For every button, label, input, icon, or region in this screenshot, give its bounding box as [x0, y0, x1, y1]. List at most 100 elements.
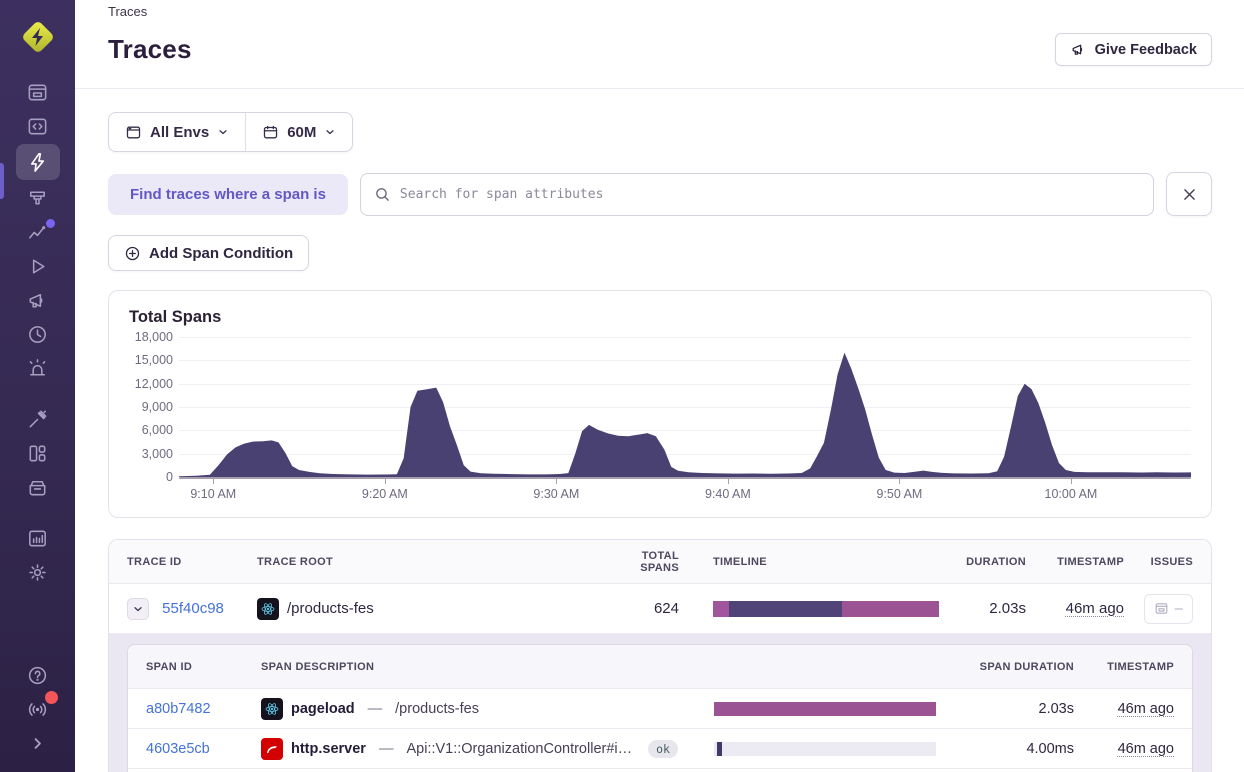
time-range-label: 60M — [287, 124, 316, 141]
col-span-description: SPAN DESCRIPTION — [261, 661, 714, 673]
breadcrumb[interactable]: Traces — [108, 4, 1212, 19]
span-search-box[interactable] — [360, 173, 1154, 216]
hammer-icon — [26, 408, 49, 431]
trace-timestamp: 46m ago — [1066, 600, 1124, 617]
span-status-badge: ok — [648, 740, 678, 758]
dashboards-icon — [26, 442, 49, 465]
page-title: Traces — [108, 34, 192, 65]
siren-icon — [26, 357, 49, 380]
sidebar-item-releases[interactable] — [16, 317, 60, 351]
environment-filter-dropdown[interactable]: All Envs — [109, 113, 245, 151]
span-timeline-bar[interactable] — [714, 702, 936, 716]
span-duration: 4.00ms — [936, 741, 1074, 757]
sidebar-item-stats[interactable] — [16, 521, 60, 555]
code-folder-icon — [26, 115, 49, 138]
spans-table-header: SPAN ID SPAN DESCRIPTION SPAN DURATION T… — [128, 645, 1192, 689]
give-feedback-button[interactable]: Give Feedback — [1055, 33, 1212, 66]
col-issues: ISSUES — [1124, 556, 1193, 568]
col-trace-id: TRACE ID — [127, 556, 257, 568]
stats-icon — [26, 527, 49, 550]
chart-title: Total Spans — [129, 308, 1191, 327]
issues-icon — [26, 81, 49, 104]
window-icon — [125, 124, 142, 141]
react-project-icon — [261, 698, 283, 720]
active-nav-indicator — [0, 163, 4, 199]
issues-count: – — [1175, 600, 1183, 617]
col-timeline: TIMELINE — [713, 556, 939, 568]
time-range-dropdown[interactable]: 60M — [246, 113, 352, 151]
find-traces-label: Find traces where a span is — [108, 174, 348, 215]
total-spans-chart-panel: Total Spans 03,0006,0009,00012,00015,000… — [108, 290, 1212, 518]
issues-icon — [1154, 601, 1169, 616]
react-project-icon — [257, 598, 279, 620]
trace-root-name: /products-fes — [287, 600, 374, 617]
collapse-trace-button[interactable] — [127, 598, 149, 620]
span-op: pageload — [291, 701, 355, 717]
rails-project-icon — [261, 738, 283, 760]
trace-duration: 2.03s — [939, 600, 1026, 617]
span-row[interactable]: a80b7482 pageload — /products-fes 2.03s — [128, 689, 1192, 729]
separator: — — [379, 741, 394, 757]
add-span-condition-label: Add Span Condition — [149, 245, 293, 262]
sidebar-item-issues[interactable] — [16, 75, 60, 109]
span-timestamp: 46m ago — [1118, 741, 1174, 757]
clear-search-button[interactable] — [1166, 172, 1212, 216]
profiling-icon — [26, 187, 49, 210]
search-icon — [374, 186, 391, 203]
traces-table: TRACE ID TRACE ROOT TOTAL SPANS TIMELINE… — [108, 539, 1212, 772]
gear-icon — [26, 561, 49, 584]
sidebar-item-whats-new[interactable] — [16, 692, 60, 726]
span-id-link[interactable]: a80b7482 — [146, 701, 211, 717]
chart-x-axis: 9:10 AM9:20 AM9:30 AM9:40 AM9:50 AM10:00… — [179, 479, 1191, 505]
circled-plus-icon — [124, 245, 141, 262]
sidebar-item-projects[interactable] — [16, 109, 60, 143]
span-timestamp: 46m ago — [1118, 701, 1174, 717]
close-icon — [1181, 186, 1198, 203]
span-id-link[interactable]: 4603e5cb — [146, 741, 210, 757]
sidebar-item-alerts[interactable] — [16, 351, 60, 385]
sidebar-item-settings[interactable] — [16, 555, 60, 589]
main-content: Traces Traces Give Feedback All Envs — [75, 0, 1244, 772]
chevron-right-icon — [26, 732, 49, 755]
lightning-icon — [26, 151, 49, 174]
sidebar-item-replays[interactable] — [16, 249, 60, 283]
sidebar — [0, 0, 75, 772]
expanded-trace-zone: SPAN ID SPAN DESCRIPTION SPAN DURATION T… — [109, 633, 1211, 772]
chart-plot-area[interactable] — [179, 337, 1191, 477]
span-row[interactable]: 4603e5cb http.server — Api::V1::Organiza… — [128, 729, 1192, 769]
sidebar-item-performance[interactable] — [16, 144, 60, 180]
give-feedback-label: Give Feedback — [1095, 42, 1197, 58]
sidebar-item-help[interactable] — [16, 658, 60, 692]
trace-timeline-bar[interactable] — [713, 601, 939, 617]
sidebar-item-dashboards[interactable] — [16, 436, 60, 470]
separator: — — [368, 701, 383, 717]
sidebar-item-archive[interactable] — [16, 470, 60, 504]
sidebar-item-metrics[interactable] — [16, 215, 60, 249]
sidebar-item-insights[interactable] — [16, 402, 60, 436]
page-header: Traces Traces Give Feedback — [75, 0, 1244, 89]
sentry-logo[interactable] — [18, 17, 58, 57]
span-duration: 2.03s — [936, 701, 1074, 717]
trace-row[interactable]: 55f40c98 /products-fes 624 2.03s 46m ago — [109, 584, 1211, 633]
play-icon — [26, 255, 49, 278]
chevron-down-icon — [132, 603, 144, 615]
chart-y-axis: 03,0006,0009,00012,00015,00018,000 — [129, 337, 179, 477]
span-description: /products-fes — [395, 701, 479, 717]
col-timestamp: TIMESTAMP — [1026, 556, 1124, 568]
metrics-notification-dot — [46, 219, 55, 228]
sidebar-collapse-button[interactable] — [16, 726, 60, 760]
span-timeline-bar[interactable] — [714, 742, 936, 756]
area-series — [179, 337, 1191, 477]
environment-filter-label: All Envs — [150, 124, 209, 141]
col-duration: DURATION — [939, 556, 1026, 568]
trace-id-link[interactable]: 55f40c98 — [162, 599, 224, 616]
chevron-down-icon — [324, 126, 336, 138]
span-op: http.server — [291, 741, 366, 757]
add-span-condition-button[interactable]: Add Span Condition — [108, 235, 309, 271]
sidebar-item-feedback[interactable] — [16, 283, 60, 317]
span-search-input[interactable] — [400, 187, 1140, 202]
sidebar-item-profiling[interactable] — [16, 181, 60, 215]
trace-issues-badge[interactable]: – — [1144, 594, 1193, 624]
col-span-duration: SPAN DURATION — [936, 661, 1074, 673]
whats-new-notification-dot — [45, 691, 58, 704]
